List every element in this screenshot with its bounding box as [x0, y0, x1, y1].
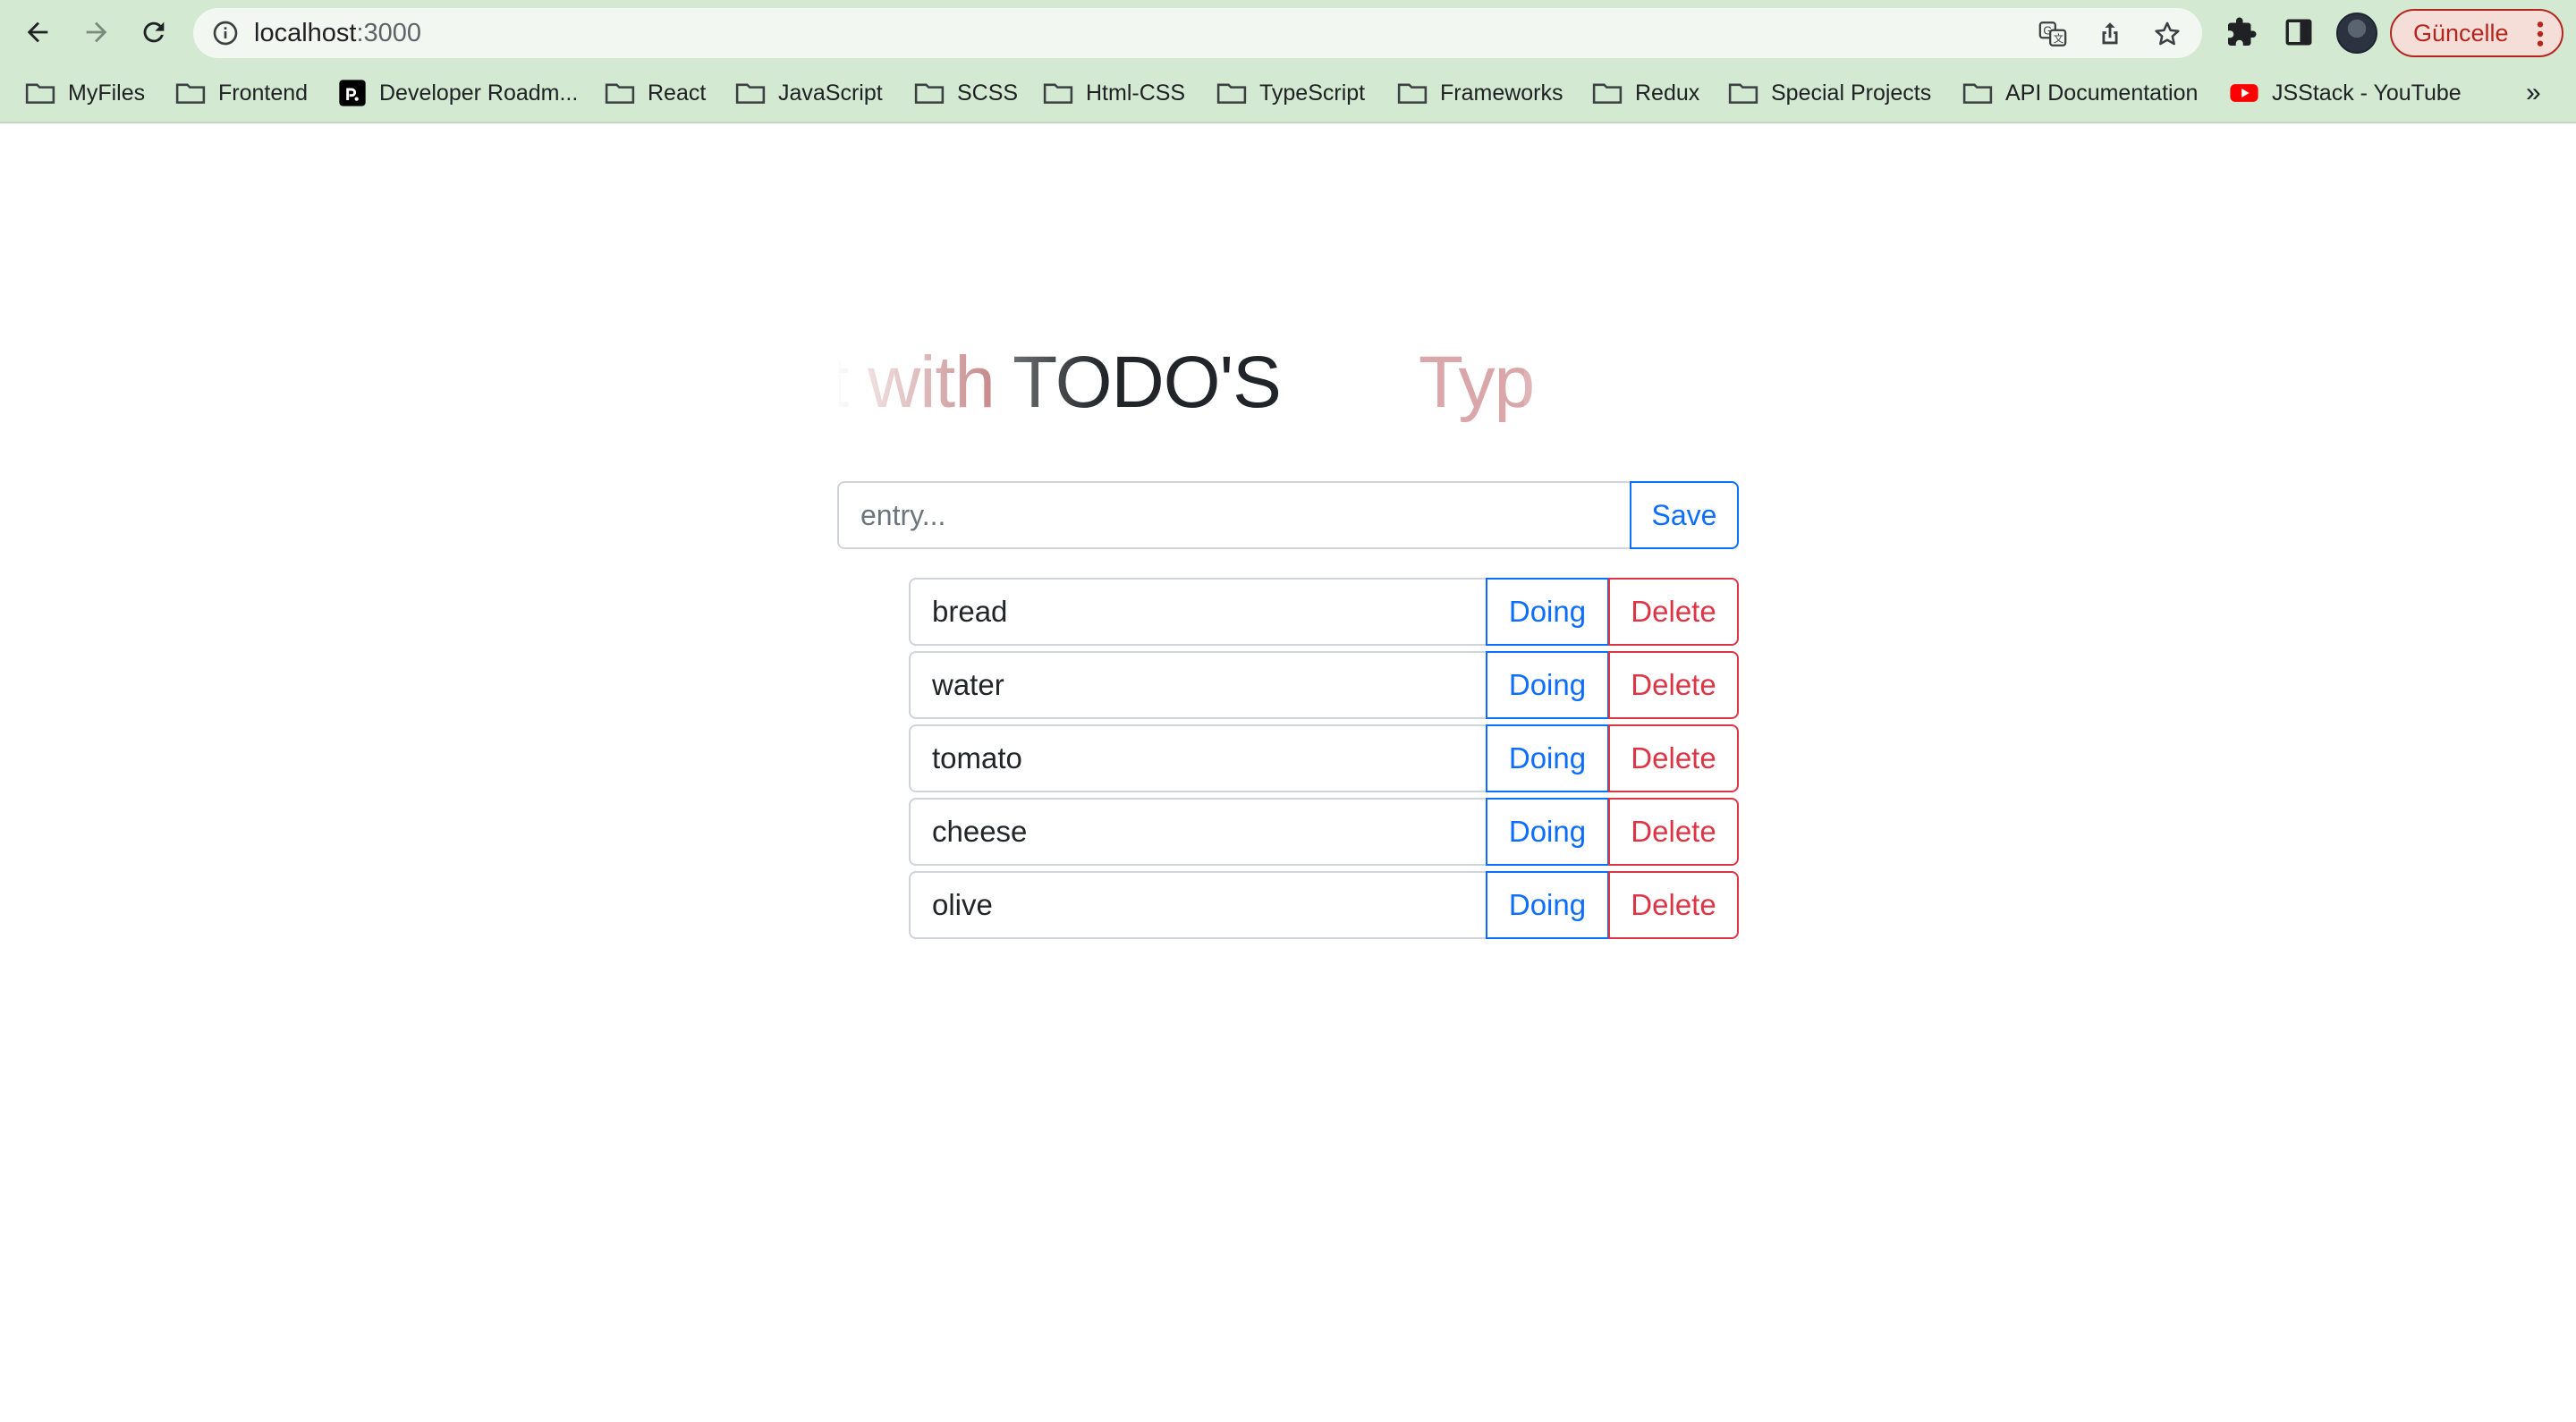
- marquee-text: eScript with TODO'S Typ: [839, 338, 1535, 427]
- bookmark-typescript[interactable]: TypeScript: [1216, 68, 1365, 118]
- update-label: Güncelle: [2413, 19, 2509, 47]
- bookmark-special-projects[interactable]: Special Projects: [1728, 68, 1931, 118]
- bookmark-myfiles[interactable]: MyFiles: [25, 68, 145, 118]
- bookmark-jsstack-youtube[interactable]: JSStack - YouTube: [2229, 68, 2462, 118]
- bookmark-label: SCSS: [957, 80, 1019, 106]
- back-button[interactable]: [18, 13, 57, 52]
- todo-text: olive: [909, 871, 1488, 939]
- bookmark-label: Special Projects: [1771, 80, 1932, 106]
- bookmark-react[interactable]: React: [605, 68, 706, 118]
- back-icon: [27, 21, 48, 43]
- todo-item: cheese Doing Delete: [909, 798, 1739, 866]
- url-port: :3000: [356, 19, 422, 47]
- marquee-part-a: eScript: [839, 342, 868, 423]
- bookmark-scss[interactable]: SCSS: [914, 68, 1018, 118]
- todo-text: water: [909, 651, 1488, 719]
- bookmark-label: TypeScript: [1259, 80, 1366, 106]
- bookmark-label: Developer Roadm...: [379, 80, 579, 106]
- address-bar[interactable]: localhost:3000 G文: [193, 8, 2202, 58]
- marquee-part-b: with: [868, 342, 1013, 423]
- todo-item: tomato Doing Delete: [909, 724, 1739, 792]
- folder-icon: [1397, 83, 1428, 104]
- profile-avatar[interactable]: [2336, 13, 2377, 54]
- marquee-title: eScript with TODO'S Typ: [839, 338, 1739, 427]
- url-text[interactable]: localhost:3000: [254, 8, 421, 58]
- browser-chrome: localhost:3000 G文 Güncelle MyFiles Front…: [0, 0, 2576, 123]
- save-button[interactable]: Save: [1630, 481, 1739, 549]
- bookmarks-overflow-button[interactable]: »: [2526, 68, 2541, 118]
- folder-icon: [25, 83, 55, 104]
- doing-button[interactable]: Doing: [1486, 651, 1609, 719]
- delete-button[interactable]: Delete: [1608, 578, 1739, 646]
- browser-toolbar: localhost:3000 G文 Güncelle: [0, 0, 2576, 66]
- url-host: localhost: [254, 19, 357, 47]
- delete-button[interactable]: Delete: [1608, 798, 1739, 866]
- extensions-button[interactable]: [2224, 14, 2259, 50]
- bookmark-api-documentation[interactable]: API Documentation: [1962, 68, 2198, 118]
- bookmark-developer-roadmap[interactable]: Developer Roadm...: [338, 68, 578, 118]
- marquee-part-c: TODO'S: [1013, 342, 1282, 423]
- reload-icon: [143, 21, 165, 43]
- extensions-icon: [2228, 17, 2257, 46]
- marquee-fade-right: [1524, 338, 1739, 427]
- todo-text: tomato: [909, 724, 1488, 792]
- folder-icon: [1962, 83, 1993, 104]
- bookmark-label: Html-CSS: [1086, 80, 1186, 106]
- folder-icon: [605, 83, 635, 104]
- share-icon[interactable]: [2095, 19, 2125, 49]
- bookmark-frontend[interactable]: Frontend: [175, 68, 308, 118]
- bookmark-label: JSStack - YouTube: [2272, 80, 2462, 106]
- bookmark-label: React: [648, 80, 707, 106]
- folder-icon: [914, 83, 945, 104]
- side-panel-button[interactable]: [2281, 14, 2317, 50]
- delete-button[interactable]: Delete: [1608, 871, 1739, 939]
- entry-input[interactable]: [837, 481, 1631, 549]
- bookmarks-bar: MyFiles Frontend Developer Roadm... Reac…: [0, 68, 2576, 118]
- roadmap-logo-icon: [339, 80, 366, 106]
- side-panel-icon: [2285, 19, 2312, 46]
- folder-icon: [735, 83, 766, 104]
- delete-button[interactable]: Delete: [1608, 651, 1739, 719]
- update-button[interactable]: Güncelle: [2390, 9, 2563, 57]
- doing-button[interactable]: Doing: [1486, 871, 1609, 939]
- marquee-part-d: Typ: [1418, 342, 1535, 423]
- forward-icon: [86, 21, 107, 43]
- doing-button[interactable]: Doing: [1486, 798, 1609, 866]
- doing-button[interactable]: Doing: [1486, 724, 1609, 792]
- bookmark-label: Redux: [1635, 80, 1700, 106]
- info-icon[interactable]: [211, 19, 240, 47]
- todo-item: bread Doing Delete: [909, 578, 1739, 646]
- bookmark-label: API Documentation: [2005, 80, 2199, 106]
- star-icon[interactable]: [2152, 19, 2182, 49]
- todo-text: cheese: [909, 798, 1488, 866]
- bookmark-label: Frameworks: [1440, 80, 1563, 106]
- svg-text:文: 文: [2054, 32, 2063, 45]
- folder-icon: [1216, 83, 1247, 104]
- youtube-icon: [2230, 84, 2258, 102]
- bookmark-html-css[interactable]: Html-CSS: [1043, 68, 1185, 118]
- bookmark-redux[interactable]: Redux: [1592, 68, 1699, 118]
- entry-form: Save: [837, 481, 1739, 549]
- page-viewport: eScript with TODO'S Typ Save bread Doing …: [0, 123, 2576, 1422]
- doing-button[interactable]: Doing: [1486, 578, 1609, 646]
- more-vert-icon: [2537, 21, 2544, 47]
- translate-icon[interactable]: G文: [2038, 19, 2068, 49]
- todo-item: water Doing Delete: [909, 651, 1739, 719]
- folder-icon: [1728, 83, 1758, 104]
- bookmark-label: Frontend: [218, 80, 309, 106]
- todo-item: olive Doing Delete: [909, 871, 1739, 939]
- folder-icon: [175, 83, 206, 104]
- bookmark-frameworks[interactable]: Frameworks: [1397, 68, 1563, 118]
- bookmark-label: MyFiles: [68, 80, 146, 106]
- bookmark-label: JavaScript: [778, 80, 883, 106]
- forward-button[interactable]: [77, 13, 116, 52]
- reload-button[interactable]: [134, 13, 174, 52]
- delete-button[interactable]: Delete: [1608, 724, 1739, 792]
- folder-icon: [1043, 83, 1073, 104]
- folder-icon: [1592, 83, 1623, 104]
- bookmark-javascript[interactable]: JavaScript: [735, 68, 883, 118]
- todo-text: bread: [909, 578, 1488, 646]
